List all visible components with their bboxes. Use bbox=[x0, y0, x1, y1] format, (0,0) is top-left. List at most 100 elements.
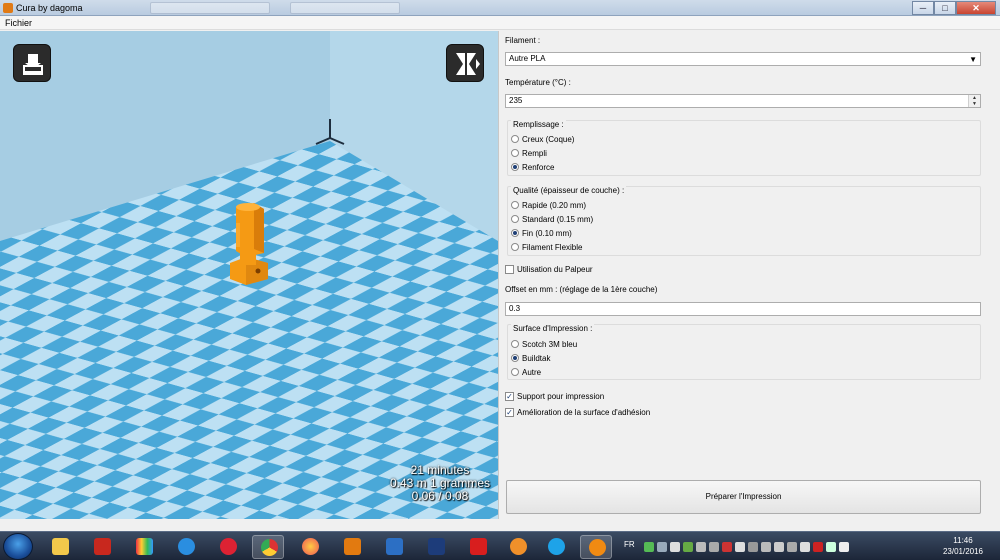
surface-option-label: Scotch 3M bleu bbox=[522, 339, 578, 349]
window-controls: ─ □ ✕ bbox=[912, 1, 996, 15]
temperature-spinbox[interactable]: 235 ▲ ▼ bbox=[505, 94, 981, 108]
background-window-tab bbox=[290, 2, 400, 14]
radio-icon bbox=[511, 135, 519, 143]
dropdown-arrow-icon: ▼ bbox=[969, 55, 977, 64]
tray-icon[interactable] bbox=[722, 542, 732, 552]
surface-option-3m[interactable]: Scotch 3M bleu bbox=[511, 338, 577, 350]
temperature-value: 235 bbox=[509, 96, 523, 105]
quality-title: Qualité (épaisseur de couche) : bbox=[511, 186, 627, 195]
adhesion-label: Amélioration de la surface d'adhésion bbox=[517, 407, 651, 417]
surface-option-label: Autre bbox=[522, 367, 542, 377]
support-label: Support pour impression bbox=[517, 391, 605, 401]
quality-option-label: Standard (0.15 mm) bbox=[522, 214, 594, 224]
solidworks-icon[interactable] bbox=[462, 535, 494, 559]
infill-option-reinforced[interactable]: Renforce bbox=[511, 161, 554, 173]
print-cost: 0.06 / 0.08 bbox=[411, 489, 469, 503]
radio-selected-icon bbox=[511, 354, 519, 362]
quality-option-fast[interactable]: Rapide (0.20 mm) bbox=[511, 199, 586, 211]
start-button[interactable] bbox=[3, 533, 33, 560]
fusion-icon[interactable] bbox=[378, 535, 410, 559]
quality-option-fine[interactable]: Fin (0.10 mm) bbox=[511, 227, 572, 239]
surface-option-other[interactable]: Autre bbox=[511, 366, 541, 378]
skype-icon[interactable] bbox=[540, 535, 572, 559]
tray-icon[interactable] bbox=[787, 542, 797, 552]
window-title: Cura by dagoma bbox=[16, 3, 83, 13]
network-icon[interactable] bbox=[826, 542, 836, 552]
filament-select[interactable]: Autre PLA ▼ bbox=[505, 52, 981, 66]
snipping-tool-icon[interactable] bbox=[212, 535, 244, 559]
spin-buttons[interactable]: ▲ ▼ bbox=[968, 95, 980, 107]
quality-option-label: Fin (0.10 mm) bbox=[522, 228, 572, 238]
radio-icon bbox=[511, 368, 519, 376]
mirror-button[interactable] bbox=[446, 44, 484, 82]
tray-icon[interactable] bbox=[709, 542, 719, 552]
taskbar: FR 11:46 23/01/2016 bbox=[0, 531, 1000, 560]
tray-icon[interactable] bbox=[735, 542, 745, 552]
surface-group: Surface d'Impression : Scotch 3M bleu Bu… bbox=[507, 324, 981, 380]
menu-file[interactable]: Fichier bbox=[5, 18, 32, 28]
checkbox-checked-icon: ✓ bbox=[505, 391, 514, 401]
mirror-icon bbox=[456, 53, 480, 75]
surface-title: Surface d'Impression : bbox=[511, 324, 595, 333]
background-window-tab bbox=[150, 2, 270, 14]
probe-checkbox[interactable]: Utilisation du Palpeur bbox=[505, 263, 593, 275]
clock[interactable]: 11:46 23/01/2016 bbox=[930, 535, 996, 557]
3d-viewport[interactable]: 21 minutes 0.43 m 1 grammes 0.06 / 0.08 bbox=[0, 31, 498, 519]
surface-option-buildtak[interactable]: Buildtak bbox=[511, 352, 550, 364]
load-model-button[interactable] bbox=[13, 44, 51, 82]
infill-option-hollow[interactable]: Creux (Coque) bbox=[511, 133, 574, 145]
flag-icon[interactable] bbox=[800, 542, 810, 552]
filezilla-icon[interactable] bbox=[86, 535, 118, 559]
infill-group: Remplissage : Creux (Coque) Rempli Renfo… bbox=[507, 120, 981, 176]
quality-option-standard[interactable]: Standard (0.15 mm) bbox=[511, 213, 593, 225]
blender-icon[interactable] bbox=[502, 535, 534, 559]
tray-icon[interactable] bbox=[657, 542, 667, 552]
quality-group: Qualité (épaisseur de couche) : Rapide (… bbox=[507, 186, 981, 256]
settings-panel: Filament : Autre PLA ▼ Température (°C) … bbox=[498, 31, 1000, 519]
close-button[interactable]: ✕ bbox=[956, 1, 996, 15]
tray-icon[interactable] bbox=[774, 542, 784, 552]
clock-date: 23/01/2016 bbox=[942, 547, 984, 556]
tray-icon[interactable] bbox=[761, 542, 771, 552]
offset-input[interactable]: 0.3 bbox=[505, 302, 981, 316]
dassault-icon[interactable] bbox=[420, 535, 452, 559]
tray-icon[interactable] bbox=[748, 542, 758, 552]
chrome-icon[interactable] bbox=[252, 535, 284, 559]
internet-explorer-icon[interactable] bbox=[170, 535, 202, 559]
offset-label: Offset en mm : (réglage de la 1ère couch… bbox=[505, 285, 658, 294]
inventor-icon[interactable] bbox=[336, 535, 368, 559]
quality-option-flexible[interactable]: Filament Flexible bbox=[511, 241, 582, 253]
quality-option-label: Filament Flexible bbox=[522, 242, 583, 252]
app-grid-icon[interactable] bbox=[128, 535, 160, 559]
volume-icon[interactable] bbox=[839, 542, 849, 552]
support-checkbox[interactable]: ✓ Support pour impression bbox=[505, 390, 604, 402]
infill-option-label: Rempli bbox=[522, 148, 547, 158]
minimize-button[interactable]: ─ bbox=[912, 1, 934, 15]
cura-icon[interactable] bbox=[580, 535, 612, 559]
checkbox-checked-icon: ✓ bbox=[505, 407, 514, 417]
tray-icon[interactable] bbox=[644, 542, 654, 552]
infill-option-label: Renforce bbox=[522, 162, 555, 172]
firefox-icon[interactable] bbox=[294, 535, 326, 559]
load-model-icon bbox=[23, 54, 43, 75]
system-tray bbox=[644, 538, 849, 556]
radio-icon bbox=[511, 243, 519, 251]
infill-option-full[interactable]: Rempli bbox=[511, 147, 547, 159]
tray-icon[interactable] bbox=[683, 542, 693, 552]
tray-icon[interactable] bbox=[813, 542, 823, 552]
clock-time: 11:46 bbox=[953, 536, 973, 545]
prepare-print-button[interactable]: Préparer l'Impression bbox=[506, 480, 981, 514]
adhesion-checkbox[interactable]: ✓ Amélioration de la surface d'adhésion bbox=[505, 406, 650, 418]
checkbox-unchecked-icon bbox=[505, 264, 514, 274]
title-bar: Cura by dagoma ─ □ ✕ bbox=[0, 0, 1000, 16]
radio-icon bbox=[511, 340, 519, 348]
file-explorer-icon[interactable] bbox=[44, 535, 76, 559]
tray-icon[interactable] bbox=[696, 542, 706, 552]
spin-down-icon[interactable]: ▼ bbox=[969, 101, 980, 107]
language-indicator[interactable]: FR bbox=[624, 540, 635, 549]
probe-label: Utilisation du Palpeur bbox=[517, 264, 593, 274]
radio-selected-icon bbox=[511, 229, 519, 237]
maximize-button[interactable]: □ bbox=[934, 1, 956, 15]
filament-selected-value: Autre PLA bbox=[509, 54, 546, 63]
tray-icon[interactable] bbox=[670, 542, 680, 552]
